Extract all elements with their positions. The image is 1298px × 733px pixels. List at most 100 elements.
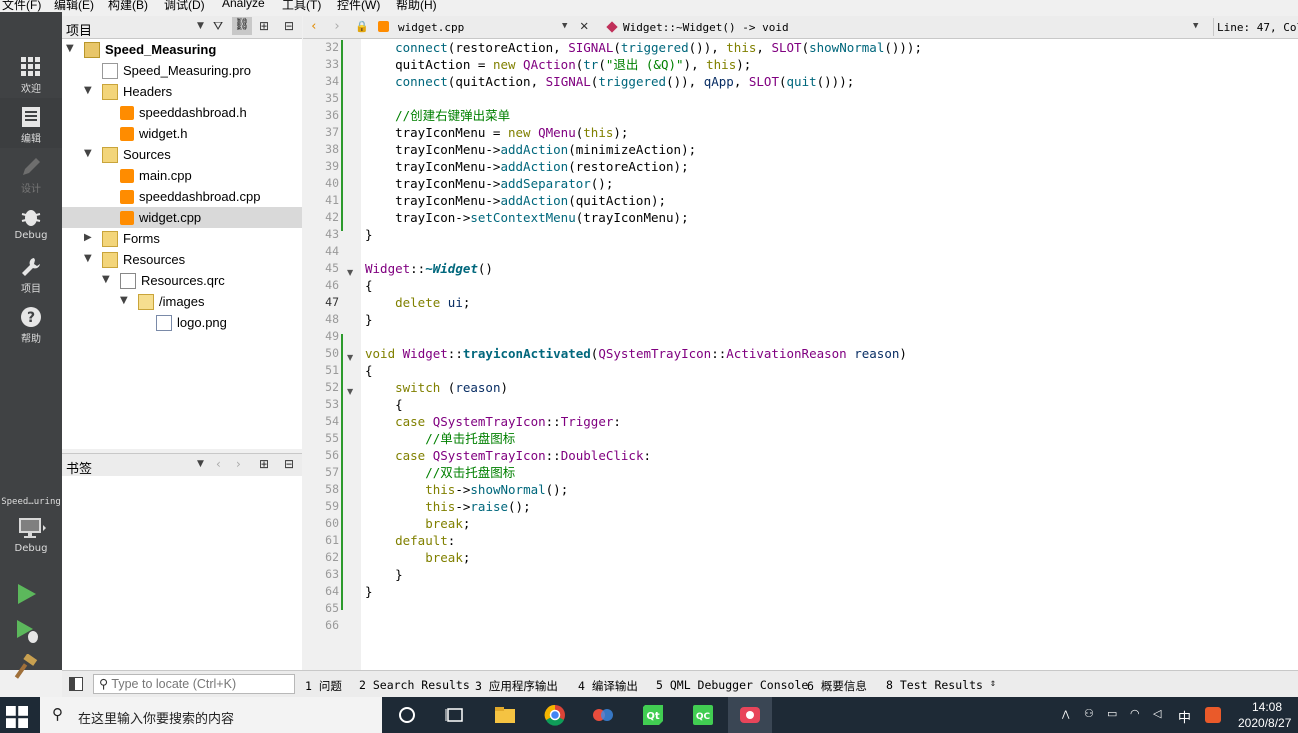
close-pane-icon[interactable]: ⊟ [284, 457, 294, 471]
fold-arrow-icon[interactable]: ▼ [347, 268, 353, 277]
tree-item-source-file-selected[interactable]: widget.cpp [62, 207, 302, 228]
mode-edit[interactable]: 编辑 [0, 98, 62, 148]
tree-item-resources[interactable]: Resources [102, 249, 185, 270]
code-line[interactable]: } [365, 311, 373, 328]
menu-file[interactable]: 文件(F) [2, 0, 41, 12]
code-line[interactable]: break; [365, 549, 470, 566]
tray-expand-icon[interactable]: ⋀ [1062, 709, 1069, 720]
fold-arrow-icon[interactable]: ▼ [347, 353, 353, 362]
debug-run-button[interactable] [14, 618, 40, 647]
expand-arrow-icon[interactable]: ▼ [84, 85, 92, 96]
code-line[interactable]: } [365, 566, 403, 583]
code-line[interactable]: void Widget::trayiconActivated(QSystemTr… [365, 345, 907, 362]
tree-item-qrc[interactable]: Resources.qrc [120, 270, 225, 291]
code-line[interactable]: connect(restoreAction, SIGNAL(triggered(… [365, 39, 922, 56]
split-icon[interactable]: ⊞ [259, 457, 269, 471]
tree-item-pro-file[interactable]: Speed_Measuring.pro [102, 60, 251, 81]
pane-general-messages[interactable]: 6 概要信息 [807, 678, 867, 694]
prev-icon[interactable]: ‹ [216, 457, 221, 471]
close-pane-icon[interactable]: ⊟ [284, 19, 294, 33]
menu-tools[interactable]: 工具(T) [282, 0, 321, 12]
code-line[interactable]: trayIconMenu->addSeparator(); [365, 175, 613, 192]
pane-search-results[interactable]: 2 Search Results [359, 678, 470, 692]
expand-arrow-icon[interactable]: ▼ [120, 295, 128, 306]
clock-time[interactable]: 14:08 [1252, 700, 1282, 714]
menu-build[interactable]: 构建(B) [108, 0, 148, 12]
code-line[interactable]: break; [365, 515, 470, 532]
ime-indicator[interactable]: 中 [1178, 707, 1191, 726]
chrome-icon[interactable] [544, 704, 566, 726]
close-document-icon[interactable]: ✕ [580, 18, 588, 34]
split-icon[interactable]: ⊞ [259, 19, 269, 33]
menu-edit[interactable]: 编辑(E) [54, 0, 94, 12]
code-line[interactable]: case QSystemTrayIcon::Trigger: [365, 413, 621, 430]
wifi-icon[interactable]: ◠ [1130, 707, 1140, 720]
next-icon[interactable]: › [236, 457, 241, 471]
open-document-name[interactable]: widget.cpp [398, 21, 464, 34]
symbol-selector[interactable]: Widget::~Widget() -> void [623, 21, 789, 34]
view-select-chevron-icon[interactable]: ▼ [197, 459, 204, 469]
link-editor-icon[interactable]: ⛓ [232, 17, 252, 35]
code-line[interactable]: switch (reason) [365, 379, 508, 396]
pane-qml-debugger[interactable]: 5 QML Debugger Console [656, 678, 808, 692]
expand-arrow-icon[interactable]: ▼ [84, 148, 92, 159]
file-explorer-icon[interactable] [494, 704, 516, 726]
tree-item-source-file[interactable]: speeddashbroad.cpp [120, 186, 260, 207]
mode-help[interactable]: ? 帮助 [0, 298, 62, 348]
pane-test-results[interactable]: 8 Test Results [886, 678, 983, 692]
locator-input[interactable]: ⚲ Type to locate (Ctrl+K) [93, 674, 295, 694]
code-line[interactable]: } [365, 583, 373, 600]
code-line[interactable]: this->raise(); [365, 498, 530, 515]
expand-arrow-icon[interactable]: ▼ [84, 253, 92, 264]
code-line[interactable]: { [365, 362, 373, 379]
code-line[interactable]: //单击托盘图标 [365, 430, 515, 447]
mode-debug[interactable]: Debug [0, 198, 62, 248]
code-line[interactable]: Widget::~Widget() [365, 260, 493, 277]
code-line[interactable]: trayIconMenu->addAction(restoreAction); [365, 158, 689, 175]
menu-help[interactable]: 帮助(H) [396, 0, 437, 12]
code-editor[interactable]: connect(restoreAction, SIGNAL(triggered(… [361, 39, 1298, 670]
fold-arrow-icon[interactable]: ▼ [347, 387, 353, 396]
tree-item-header-file[interactable]: speeddashbroad.h [120, 102, 247, 123]
filter-icon[interactable]: ⛛ [213, 19, 223, 34]
timeline-icon[interactable] [444, 704, 466, 726]
tree-item-source-file[interactable]: main.cpp [120, 165, 192, 186]
mode-welcome[interactable]: 欢迎 [0, 48, 62, 98]
qt-creator-icon[interactable]: Qt [642, 704, 664, 726]
expand-arrow-icon[interactable]: ▼ [102, 274, 110, 285]
expand-arrow-icon[interactable]: ▼ [66, 43, 74, 54]
code-line[interactable]: connect(quitAction, SIGNAL(triggered()),… [365, 73, 854, 90]
code-line[interactable]: //创建右键弹出菜单 [365, 107, 510, 124]
menu-debug[interactable]: 调试(D) [164, 0, 205, 12]
people-icon[interactable]: ⚇ [1084, 707, 1094, 720]
menu-analyze[interactable]: Analyze [222, 0, 265, 10]
tree-item-sources[interactable]: Sources [102, 144, 171, 165]
toggle-sidebar-icon[interactable] [69, 677, 83, 691]
build-button[interactable] [14, 653, 40, 683]
mode-projects[interactable]: 项目 [0, 248, 62, 298]
code-line[interactable]: { [365, 277, 373, 294]
code-line[interactable]: { [365, 396, 403, 413]
code-line[interactable]: trayIconMenu = new QMenu(this); [365, 124, 628, 141]
tree-item-project[interactable]: Speed_Measuring [84, 39, 216, 60]
clock-date[interactable]: 2020/8/27 [1238, 716, 1291, 730]
taskbar-search[interactable]: ⚲ 在这里输入你要搜索的内容 [40, 697, 382, 733]
pane-application-output[interactable]: 3 应用程序输出 [475, 678, 558, 694]
tree-item-image-file[interactable]: logo.png [156, 312, 227, 333]
tree-item-header-file[interactable]: widget.h [120, 123, 187, 144]
qtcreator-running-icon[interactable]: QC [692, 704, 714, 726]
tree-item-images-folder[interactable]: /images [138, 291, 205, 312]
code-line[interactable]: default: [365, 532, 455, 549]
document-chevron-icon[interactable]: ▼ [562, 21, 567, 31]
view-select-chevron-icon[interactable]: ▼ [197, 21, 204, 31]
code-line[interactable]: trayIcon->setContextMenu(trayIconMenu); [365, 209, 689, 226]
tree-item-headers[interactable]: Headers [102, 81, 172, 102]
collapse-arrow-icon[interactable]: ▶ [84, 232, 92, 243]
task-view-icon[interactable] [396, 704, 418, 726]
symbol-chevron-icon[interactable]: ▼ [1193, 21, 1198, 31]
code-line[interactable]: //双击托盘图标 [365, 464, 515, 481]
code-line[interactable]: trayIconMenu->addAction(quitAction); [365, 192, 666, 209]
code-line[interactable]: case QSystemTrayIcon::DoubleClick: [365, 447, 651, 464]
code-line[interactable]: delete ui; [365, 294, 470, 311]
menu-widgets[interactable]: 控件(W) [337, 0, 380, 12]
